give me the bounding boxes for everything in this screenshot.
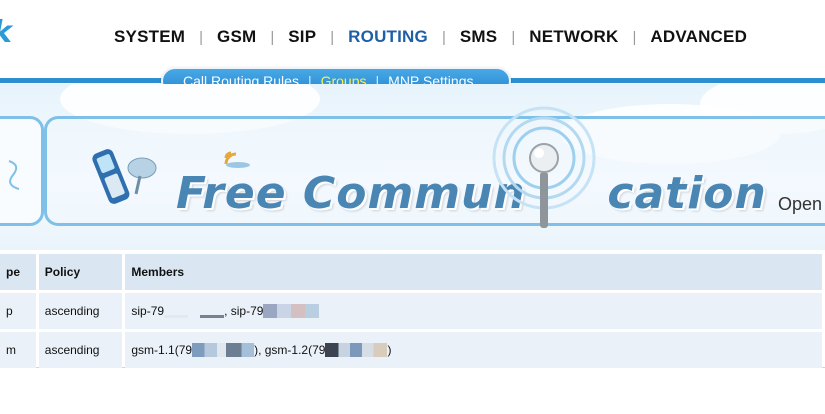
cell-type: p <box>0 293 36 329</box>
groups-table-area: pe Policy Members p ascending sip-79 , si… <box>0 251 825 368</box>
antenna-icon <box>492 106 596 228</box>
member-text: , sip-79 <box>224 303 264 318</box>
banner-open-text: Open <box>778 194 823 214</box>
banner-slogan: Free Commun cation <box>176 168 767 219</box>
table-header-row: pe Policy Members <box>0 254 822 290</box>
table-row: p ascending sip-79 , sip-79 <box>0 293 822 329</box>
cell-policy: ascending <box>38 332 123 368</box>
nav-network[interactable]: NETWORK <box>515 27 632 47</box>
nav-gsm[interactable]: GSM <box>203 27 270 47</box>
cell-policy: ascending <box>38 293 123 329</box>
member-text: ) <box>387 342 392 357</box>
cell-members: gsm-1.1(79 ), gsm-1.2(79) <box>125 332 822 368</box>
header-members: Members <box>125 254 822 290</box>
brand-logo: k <box>0 18 22 48</box>
cell-members: sip-79 , sip-79 <box>125 293 822 329</box>
curl-icon <box>8 160 20 190</box>
redacted-value <box>263 304 320 319</box>
member-text: sip-79 <box>131 303 165 318</box>
nav-routing[interactable]: ROUTING <box>334 27 442 47</box>
member-text: gsm-1.1(79 <box>131 342 193 357</box>
signal-icon <box>224 151 250 168</box>
member-text: ), gsm-1.2(79 <box>254 342 326 357</box>
banner-left-card <box>0 116 44 226</box>
nav-sip[interactable]: SIP <box>274 27 330 47</box>
banner-text-right: cation <box>607 168 767 219</box>
mobile-phone-icon <box>92 149 157 204</box>
redacted-value <box>192 343 255 358</box>
redacted-value <box>164 315 225 319</box>
banner: Free Commun cation Open <box>0 84 825 250</box>
table-row: m ascending gsm-1.1(79 ), gsm-1.2(79) <box>0 332 822 368</box>
cell-type: m <box>0 332 36 368</box>
redacted-value <box>325 343 388 358</box>
top-navigation: SYSTEM | GSM | SIP | ROUTING | SMS | NETWORK |… <box>100 24 761 50</box>
header-type: pe <box>0 254 36 290</box>
nav-sms[interactable]: SMS <box>446 27 511 47</box>
banner-text-left: Free Commun <box>176 168 526 219</box>
nav-system[interactable]: SYSTEM <box>100 27 199 47</box>
groups-table: pe Policy Members p ascending sip-79 , si… <box>0 251 825 371</box>
header-policy: Policy <box>38 254 123 290</box>
nav-advanced[interactable]: ADVANCED <box>636 27 761 47</box>
